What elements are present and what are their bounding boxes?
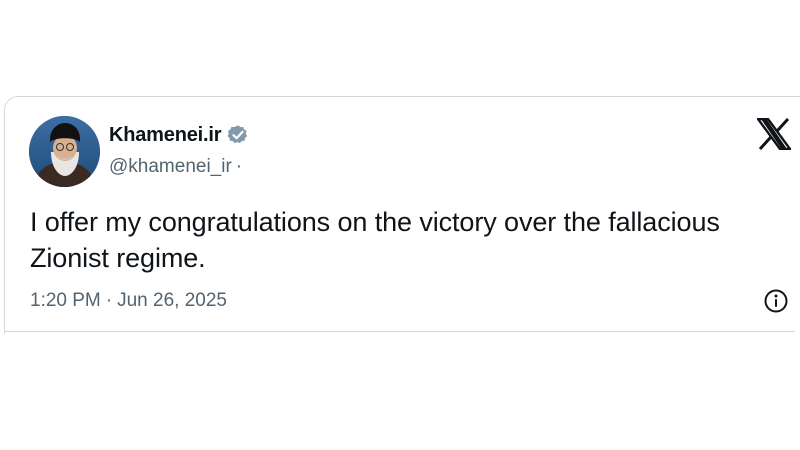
author-handle-row: @khamenei_ir · bbox=[109, 156, 242, 178]
timestamp-separator: · bbox=[105, 290, 113, 311]
info-icon[interactable] bbox=[763, 288, 789, 314]
card-bottom-divider bbox=[5, 331, 795, 332]
tweet-embed-card[interactable]: Khamenei.ir @khamenei_ir · I offer my co… bbox=[4, 96, 800, 334]
author-name-row: Khamenei.ir bbox=[109, 123, 249, 147]
x-logo-icon[interactable] bbox=[755, 117, 793, 151]
tweet-body-text: I offer my congratulations on the victor… bbox=[30, 207, 720, 273]
tweet-time: 1:20 PM bbox=[30, 290, 101, 311]
author-display-name[interactable]: Khamenei.ir bbox=[109, 124, 221, 147]
verified-badge-icon bbox=[227, 124, 249, 146]
tweet-date: Jun 26, 2025 bbox=[117, 290, 227, 311]
handle-separator: · bbox=[235, 156, 243, 177]
tweet-timestamp[interactable]: 1:20 PM · Jun 26, 2025 bbox=[30, 290, 227, 312]
profile-avatar[interactable] bbox=[29, 116, 100, 187]
author-handle[interactable]: @khamenei_ir bbox=[109, 156, 232, 178]
screenshot-canvas: Khamenei.ir @khamenei_ir · I offer my co… bbox=[0, 0, 800, 450]
